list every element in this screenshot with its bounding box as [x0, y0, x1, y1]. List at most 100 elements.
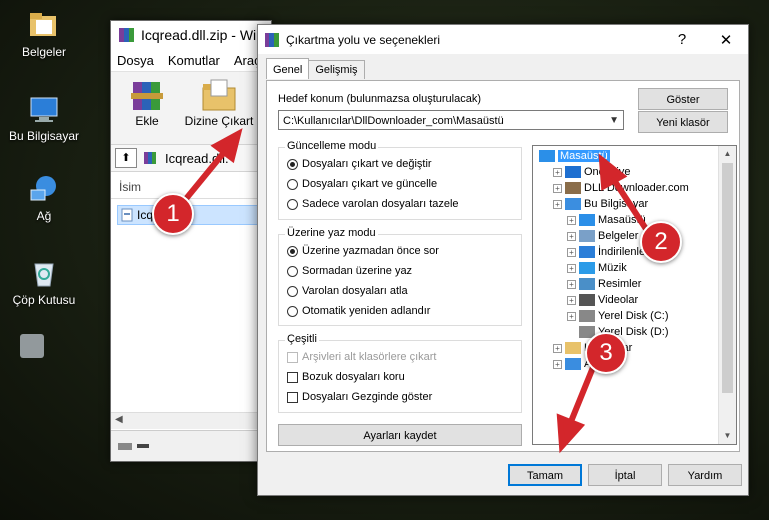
- add-button-label: Ekle: [135, 114, 159, 128]
- winrar-titlebar[interactable]: Icqread.dll.zip - Win: [111, 21, 271, 49]
- overwrite-mode-title: Üzerine yaz modu: [285, 227, 378, 239]
- scroll-thumb[interactable]: [722, 163, 733, 393]
- scroll-left-icon[interactable]: ◀: [115, 414, 123, 425]
- tree-item[interactable]: + Yerel Disk (C:): [567, 308, 669, 324]
- misc-option-show-in-explorer[interactable]: Dosyaları Gezginde göster: [287, 391, 432, 403]
- radio-selected[interactable]: [287, 245, 298, 257]
- destination-path-value: C:\Kullanıcılar\DllDownloader_com\Masaüs…: [283, 115, 504, 127]
- desktop-icon-recycle-bin[interactable]: Çöp Kutusu: [2, 256, 86, 307]
- menu-file[interactable]: Dosya: [117, 53, 154, 68]
- update-mode-group: Güncelleme modu Dosyaları çıkart ve deği…: [278, 140, 522, 220]
- expand-icon[interactable]: +: [567, 231, 576, 241]
- tree-item-label: Masaüstü: [598, 214, 646, 226]
- tree-item-label: Müzik: [598, 262, 627, 274]
- expand-icon[interactable]: +: [553, 199, 562, 209]
- scroll-up-icon[interactable]: ▲: [719, 146, 736, 162]
- winrar-toolbar: Ekle Dizine Çıkart: [111, 72, 271, 145]
- tree-item[interactable]: Masaüstü: [539, 148, 610, 164]
- radio[interactable]: [287, 198, 298, 210]
- tree-item[interactable]: + Videolar: [567, 292, 638, 308]
- extract-to-button[interactable]: Dizine Çıkart: [181, 76, 257, 140]
- archive-path[interactable]: Icqread.dll.: [165, 151, 229, 166]
- option-label: Bozuk dosyaları koru: [302, 371, 405, 383]
- expand-icon[interactable]: +: [567, 263, 576, 273]
- overwrite-option-without-prompt[interactable]: Sormadan üzerine yaz: [287, 265, 412, 277]
- radio[interactable]: [287, 178, 298, 190]
- expand-icon[interactable]: +: [567, 247, 576, 257]
- new-folder-button[interactable]: Yeni klasör: [638, 111, 728, 133]
- expand-icon[interactable]: +: [567, 215, 576, 225]
- dialog-title: Çıkartma yolu ve seçenekleri: [286, 32, 441, 47]
- tree-item[interactable]: + Müzik: [567, 260, 627, 276]
- vertical-scrollbar[interactable]: ▲ ▼: [718, 146, 736, 444]
- dialog-tabs: Genel Gelişmiş: [266, 58, 365, 79]
- add-button[interactable]: Ekle: [117, 76, 177, 140]
- save-settings-button[interactable]: Ayarları kaydet: [278, 424, 522, 446]
- overwrite-option-ask[interactable]: Üzerine yazmadan önce sor: [287, 245, 439, 257]
- expand-icon[interactable]: +: [567, 311, 576, 321]
- tree-item[interactable]: + Belgeler: [567, 228, 638, 244]
- cloud-icon: [565, 166, 581, 178]
- expand-icon[interactable]: +: [553, 183, 562, 193]
- ok-button[interactable]: Tamam: [508, 464, 582, 486]
- cancel-button[interactable]: İptal: [588, 464, 662, 486]
- radio[interactable]: [287, 265, 298, 277]
- tree-item[interactable]: + OneDrive: [553, 164, 630, 180]
- desktop-icon-partial[interactable]: [20, 334, 44, 358]
- up-folder-button[interactable]: ⬆: [115, 148, 137, 168]
- destination-path-combo[interactable]: C:\Kullanıcılar\DllDownloader_com\Masaüs…: [278, 110, 624, 130]
- extract-folder-icon: [199, 78, 239, 112]
- tree-item[interactable]: + İndirilenler: [567, 244, 649, 260]
- close-icon[interactable]: ✕: [704, 25, 748, 54]
- expand-icon[interactable]: +: [567, 279, 576, 289]
- tree-item[interactable]: + Masaüstü: [567, 212, 646, 228]
- horizontal-scrollbar[interactable]: ◀: [111, 412, 271, 429]
- extract-to-button-label: Dizine Çıkart: [184, 114, 254, 128]
- help-dialog-button[interactable]: Yardım: [668, 464, 742, 486]
- network-icon: [565, 358, 581, 370]
- expand-icon[interactable]: +: [553, 343, 562, 353]
- radio[interactable]: [287, 305, 298, 317]
- radio[interactable]: [287, 285, 298, 297]
- tree-item[interactable]: + DLL Downloader.com: [553, 180, 689, 196]
- update-option-extract-replace[interactable]: Dosyaları çıkart ve değiştir: [287, 158, 432, 170]
- option-label: Dosyaları Gezginde göster: [302, 391, 433, 403]
- tree-item[interactable]: + Resimler: [567, 276, 641, 292]
- tree-item-label: Bu Bilgisayar: [584, 198, 649, 210]
- checkbox[interactable]: [287, 371, 298, 383]
- expand-icon[interactable]: +: [567, 295, 576, 305]
- overwrite-option-skip[interactable]: Varolan dosyaları atla: [287, 285, 408, 297]
- documents-icon: [579, 230, 595, 242]
- misc-option-keep-broken[interactable]: Bozuk dosyaları koru: [287, 371, 405, 383]
- radio-selected[interactable]: [287, 158, 298, 170]
- update-option-extract-update[interactable]: Dosyaları çıkart ve güncelle: [287, 178, 437, 190]
- overwrite-mode-group: Üzerine yaz modu Üzerine yazmadan önce s…: [278, 227, 522, 326]
- tab-advanced[interactable]: Gelişmiş: [308, 60, 365, 79]
- expand-icon[interactable]: +: [553, 359, 562, 369]
- help-button[interactable]: ?: [660, 25, 704, 54]
- folder-tree[interactable]: Masaüstü + OneDrive + DLL Downloader.com + Bu …: [532, 145, 737, 445]
- menu-commands[interactable]: Komutlar: [168, 53, 220, 68]
- overwrite-option-rename[interactable]: Otomatik yeniden adlandır: [287, 305, 430, 317]
- update-option-freshen[interactable]: Sadece varolan dosyaları tazele: [287, 198, 459, 210]
- computer-icon: [27, 92, 61, 126]
- column-header-name[interactable]: İsim: [111, 176, 271, 199]
- tree-item[interactable]: + Bu Bilgisayar: [553, 196, 648, 212]
- option-label: Dosyaları çıkart ve değiştir: [302, 158, 432, 170]
- scroll-down-icon[interactable]: ▼: [719, 428, 736, 444]
- option-label: Sadece varolan dosyaları tazele: [302, 198, 459, 210]
- option-label: Üzerine yazmadan önce sor: [302, 245, 439, 257]
- misc-group: Çeşitli Arşivleri alt klasörlere çıkart …: [278, 333, 522, 413]
- chevron-down-icon[interactable]: ▼: [609, 111, 619, 131]
- library-icon: [565, 342, 581, 354]
- tree-item-label: Videolar: [598, 294, 639, 306]
- expand-icon[interactable]: +: [553, 167, 562, 177]
- desktop-icon-documents[interactable]: Belgeler: [2, 8, 86, 59]
- tab-general[interactable]: Genel: [266, 58, 310, 79]
- checkbox[interactable]: [287, 391, 298, 403]
- show-button[interactable]: Göster: [638, 88, 728, 110]
- computer-icon: [565, 198, 581, 210]
- desktop-icon-network[interactable]: Ağ: [2, 172, 86, 223]
- desktop-icon-this-pc[interactable]: Bu Bilgisayar: [2, 92, 86, 143]
- dialog-titlebar[interactable]: Çıkartma yolu ve seçenekleri ? ✕: [258, 25, 748, 54]
